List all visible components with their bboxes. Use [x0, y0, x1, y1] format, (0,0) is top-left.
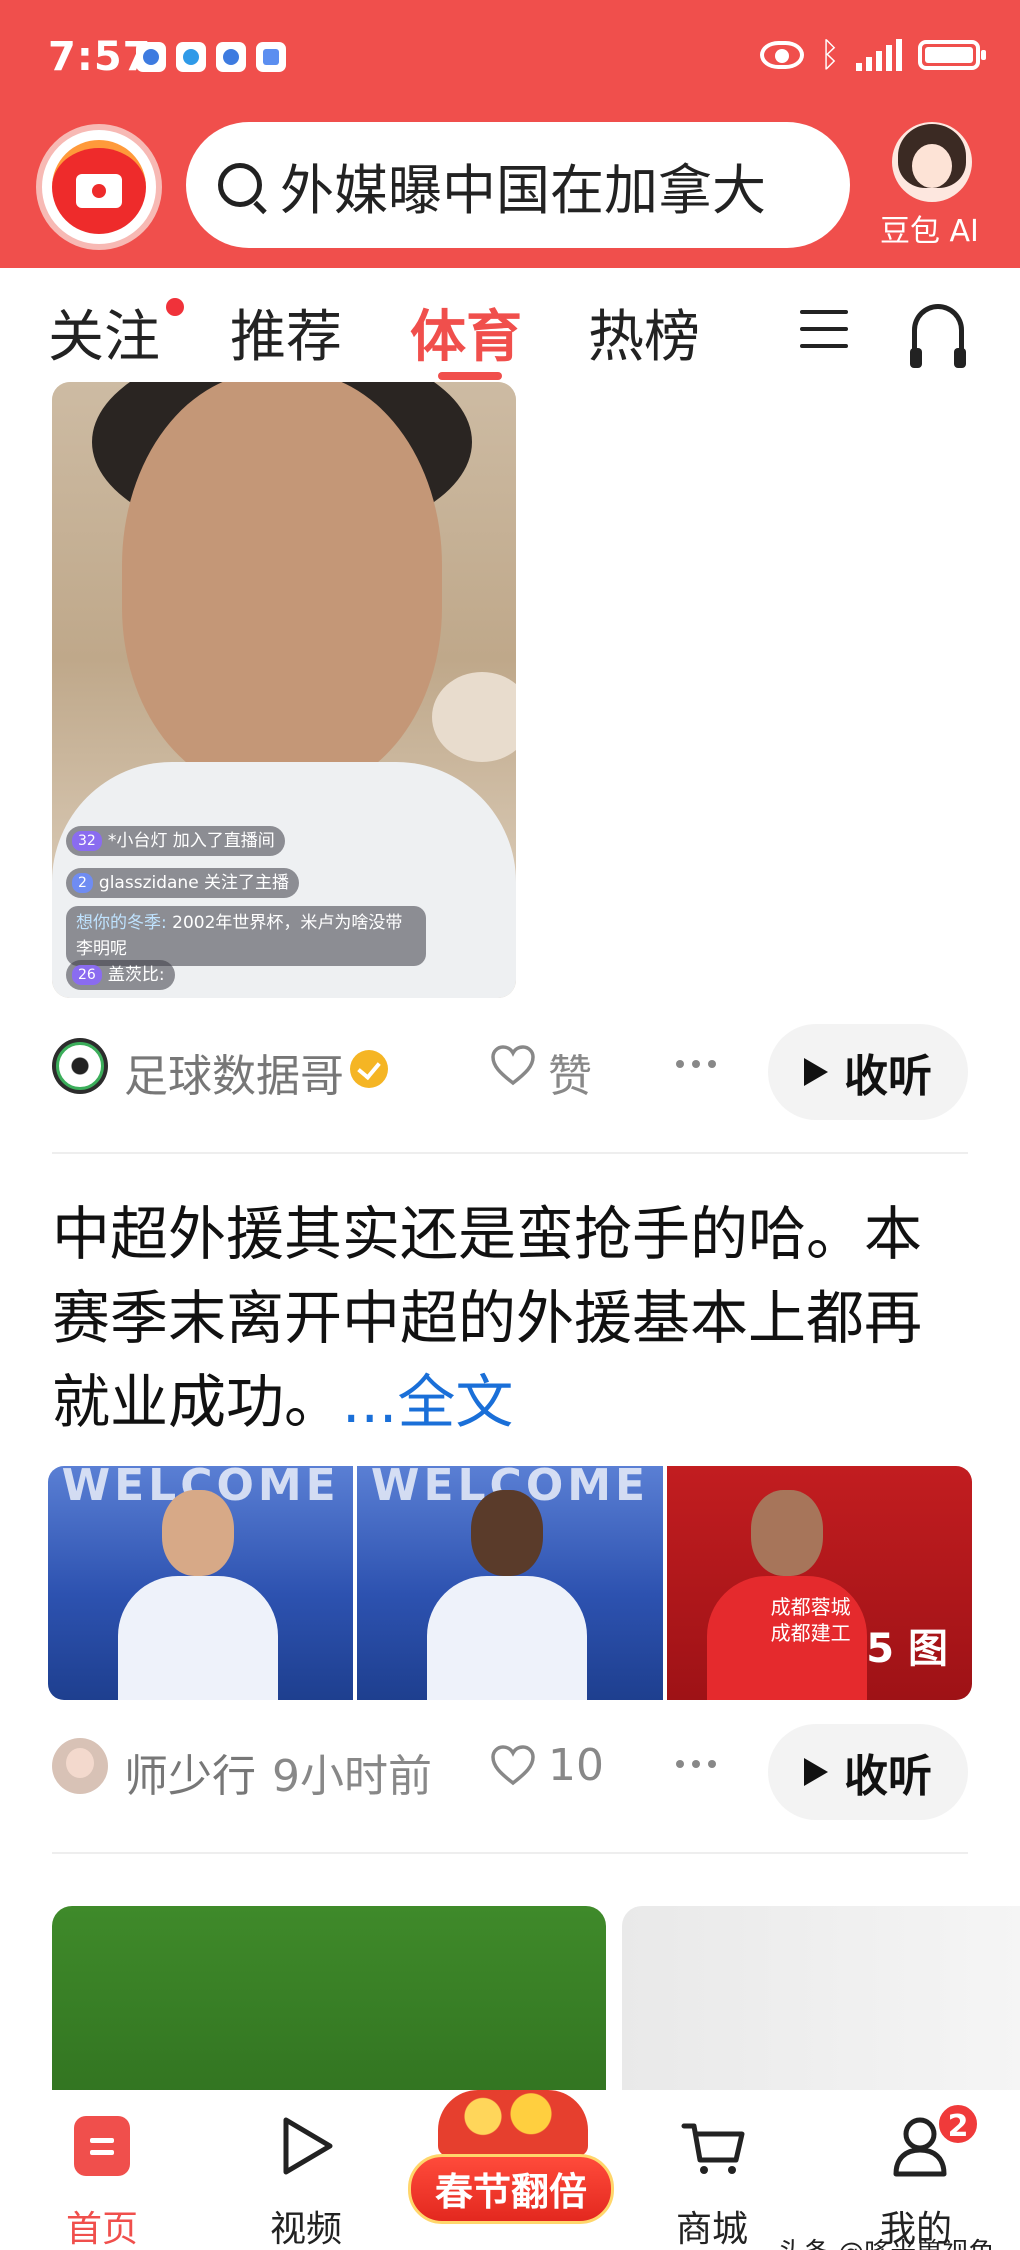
spring-festival-promo-button[interactable]: 春节翻倍	[408, 2090, 614, 2250]
browser-icon	[176, 42, 206, 72]
channel-menu-icon[interactable]	[800, 310, 848, 348]
tab-follow-unread-dot	[166, 298, 184, 316]
photo-count-label: 5 图	[866, 1626, 948, 1672]
chat-text: *小台灯 加入了直播间	[107, 831, 275, 851]
home-icon	[74, 2116, 130, 2176]
tab-overflow-fade	[760, 292, 790, 356]
battery-icon	[918, 40, 986, 70]
app-header: 7:57 ᛒ 外媒曝中国在加拿大 豆包 AI	[0, 0, 1020, 268]
lucky-bag-icon	[438, 2090, 588, 2156]
cart-icon	[681, 2123, 745, 2174]
listen-button[interactable]: 收听	[768, 1024, 968, 1120]
tab-recommend[interactable]: 推荐	[230, 292, 342, 373]
post-text[interactable]: 中超外援其实还是蛮抢手的哈。本赛季末离开中超的外援基本上都再就业成功。...全文	[52, 1192, 968, 1444]
chat-text: 盖茨比:	[107, 965, 165, 985]
active-tab-indicator	[438, 372, 502, 380]
player-photo	[118, 1490, 278, 1700]
more-options-icon[interactable]	[676, 1760, 716, 1768]
post-image-grid: WELCOME WELCOME 成都蓉城 成都建工 5 图	[48, 1466, 972, 1700]
search-icon	[218, 163, 262, 207]
promo-label: 春节翻倍	[408, 2154, 614, 2224]
more-options-icon[interactable]	[676, 1060, 716, 1068]
app-logo-icon	[76, 174, 122, 208]
post-time: 9小时前	[272, 1751, 432, 1802]
cloud-icon	[216, 42, 246, 72]
nav-mall-label: 商城	[675, 2209, 748, 2250]
user-level-badge: 32	[72, 831, 102, 851]
author-name[interactable]: 足球数据哥	[124, 1040, 344, 1104]
nav-mall[interactable]: 商城	[642, 2090, 782, 2250]
live-video-thumbnail[interactable]: 32 *小台灯 加入了直播间 2 glasszidane 关注了主播 想你的冬季…	[52, 382, 516, 998]
nav-video-label: 视频	[269, 2209, 342, 2250]
jersey-sponsor-text: 成都蓉城 成都建工	[770, 1595, 851, 1645]
card2-meta-row: 师少行 9小时前 10 收听	[0, 1716, 1020, 1820]
play-icon	[804, 1758, 828, 1786]
like-label[interactable]: 赞	[548, 1040, 592, 1104]
baidu-icon	[136, 42, 166, 72]
listen-label: 收听	[844, 1751, 932, 1802]
post-image[interactable]: WELCOME	[48, 1466, 354, 1700]
streamer-face	[122, 382, 442, 792]
tab-trending[interactable]: 热榜	[588, 292, 700, 373]
user-level-badge: 2	[72, 873, 93, 893]
category-tab-bar: 关注 推荐 体育 热榜	[0, 268, 1020, 380]
eye-icon	[759, 41, 804, 69]
signal-icon	[856, 39, 902, 71]
listen-label: 收听	[844, 1051, 932, 1102]
like-count[interactable]: 10	[548, 1740, 604, 1791]
play-triangle-icon	[283, 2117, 333, 2175]
tab-follow[interactable]: 关注	[48, 292, 160, 373]
headset-icon[interactable]	[910, 304, 966, 368]
notification-icons	[136, 42, 286, 72]
heart-icon[interactable]	[490, 1744, 536, 1786]
source-watermark: 头条 @哆米兽视角	[778, 2232, 994, 2250]
play-icon	[804, 1058, 828, 1086]
feed-divider	[52, 1852, 968, 1854]
ai-assistant-avatar[interactable]	[892, 122, 972, 202]
chat-message: 32 *小台灯 加入了直播间	[66, 826, 285, 856]
author-avatar[interactable]	[52, 1038, 108, 1094]
post-image[interactable]: 成都蓉城 成都建工 5 图	[666, 1466, 972, 1700]
app-logo-button[interactable]	[36, 124, 162, 250]
system-status-icons: ᛒ	[759, 35, 986, 75]
status-bar: 7:57 ᛒ	[0, 0, 1020, 116]
tab-sports[interactable]: 体育	[410, 292, 522, 373]
verified-icon	[350, 1050, 388, 1088]
post-image[interactable]: WELCOME	[357, 1466, 663, 1700]
author-avatar[interactable]	[52, 1738, 108, 1794]
full-text-link[interactable]: ...全文	[342, 1368, 513, 1436]
nav-video[interactable]: 视频	[236, 2090, 376, 2250]
nav-profile[interactable]: 2 我的	[846, 2090, 986, 2250]
bottom-navigation: 首页 视频 春节翻倍 商城 2 我的	[0, 2090, 1020, 2250]
search-query-text: 外媒曝中国在加拿大	[280, 158, 766, 222]
listen-button[interactable]: 收听	[768, 1724, 968, 1820]
ai-assistant-label[interactable]: 豆包 AI	[880, 206, 979, 250]
card1-meta-row: 足球数据哥 赞 收听	[0, 1016, 1020, 1120]
soccer-ball-icon	[56, 1042, 104, 1090]
chat-text: glasszidane 关注了主播	[98, 873, 290, 893]
user-level-badge: 26	[72, 965, 102, 985]
music-icon	[256, 42, 286, 72]
heart-icon[interactable]	[490, 1044, 536, 1086]
search-bar[interactable]: 外媒曝中国在加拿大	[186, 122, 850, 248]
nav-home-label: 首页	[65, 2209, 138, 2250]
player-photo	[427, 1490, 588, 1700]
chat-message: 2 glasszidane 关注了主播	[66, 868, 300, 898]
chat-question-user: 想你的冬季:	[76, 913, 167, 933]
bluetooth-icon: ᛒ	[819, 35, 840, 75]
chat-message: 26 盖茨比:	[66, 960, 175, 990]
author-name[interactable]: 师少行	[124, 1740, 256, 1804]
notification-badge: 2	[936, 2102, 980, 2146]
nav-home[interactable]: 首页	[32, 2090, 172, 2250]
chat-question: 想你的冬季: 2002年世界杯，米卢为啥没带李明呢	[66, 906, 426, 966]
avatar-face	[912, 144, 952, 188]
feed-divider	[52, 1152, 968, 1154]
